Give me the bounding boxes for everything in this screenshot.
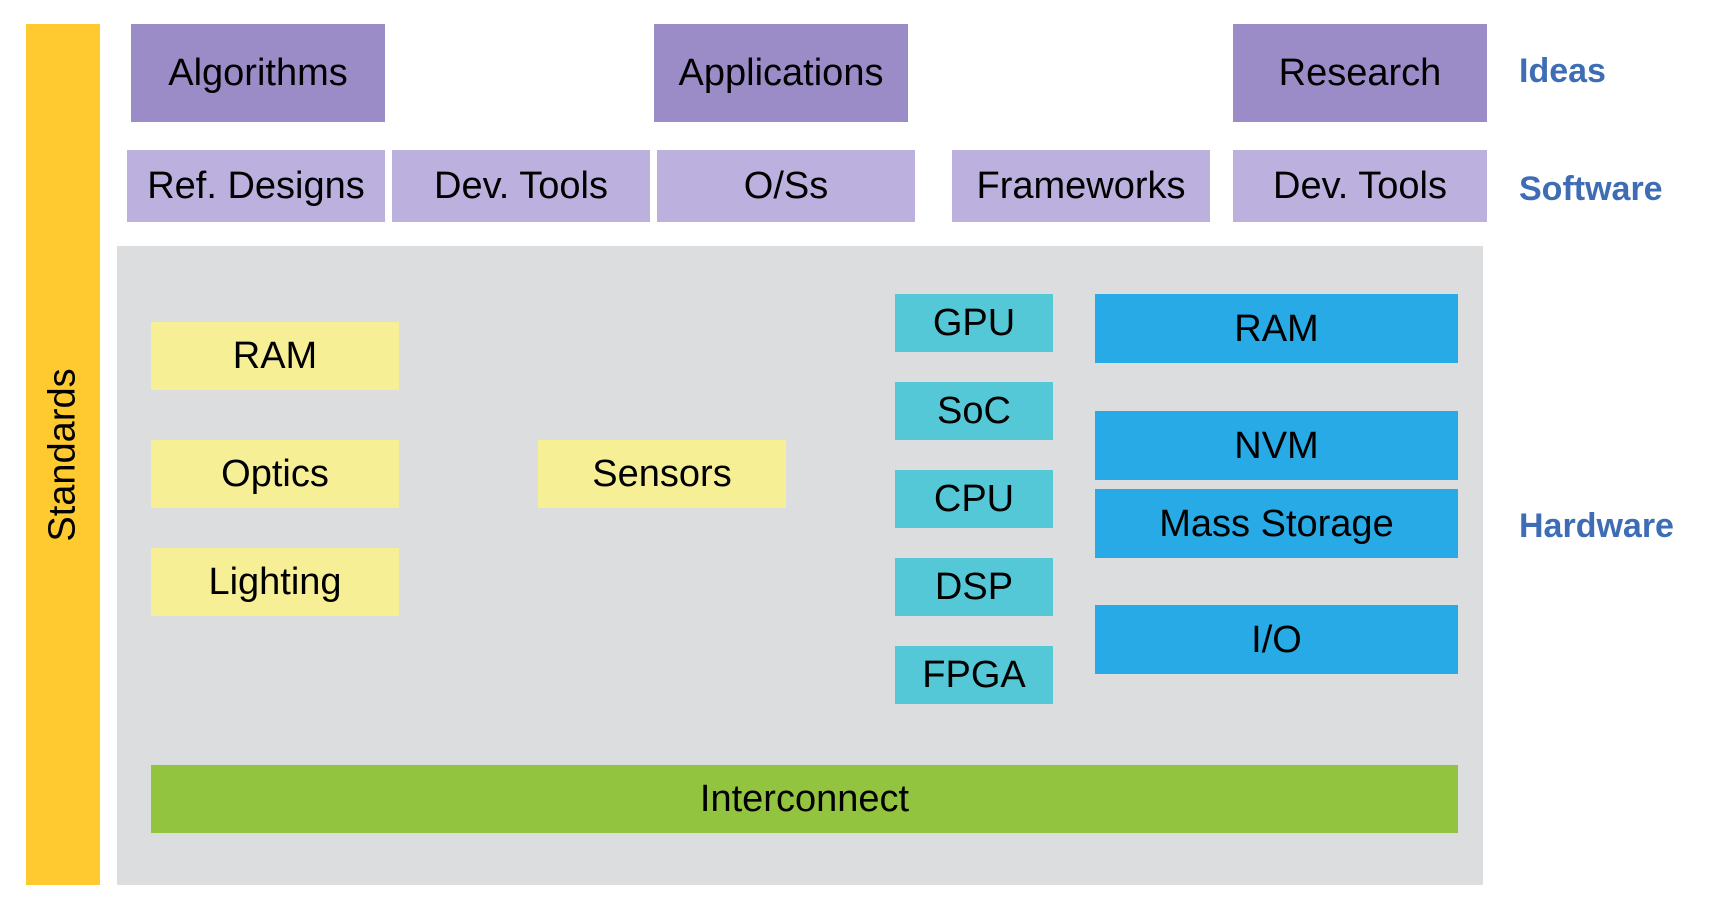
hardware-box-gpu: GPU	[895, 294, 1053, 352]
hardware-label-soc: SoC	[937, 390, 1011, 432]
hardware-label-dsp: DSP	[934, 566, 1014, 608]
software-label-dev-tools-left: Dev. Tools	[434, 165, 608, 207]
software-box-oss: O/Ss	[657, 150, 915, 222]
technology-stack-diagram: Standards Algorithms Applications Resear…	[0, 0, 1721, 909]
hardware-label-cpu: CPU	[933, 478, 1015, 520]
ideas-label-applications: Applications	[678, 52, 884, 94]
layer-label-hardware: Hardware	[1519, 507, 1674, 545]
hardware-label-gpu: GPU	[932, 302, 1016, 344]
software-label-frameworks: Frameworks	[976, 165, 1186, 207]
hardware-box-mass-storage: Mass Storage	[1095, 489, 1458, 558]
software-box-dev-tools-right: Dev. Tools	[1233, 150, 1487, 222]
standards-label: Standards	[42, 367, 85, 542]
hardware-box-ram-component: RAM	[151, 322, 399, 390]
hardware-label-interconnect: Interconnect	[699, 778, 910, 820]
hardware-box-nvm: NVM	[1095, 411, 1458, 480]
hardware-label-ram-component: RAM	[232, 335, 318, 377]
hardware-box-ram-memory: RAM	[1095, 294, 1458, 363]
hardware-label-optics: Optics	[221, 453, 329, 495]
hardware-box-sensors: Sensors	[538, 440, 786, 508]
hardware-box-io: I/O	[1095, 605, 1458, 674]
software-box-dev-tools-left: Dev. Tools	[392, 150, 650, 222]
hardware-label-sensors: Sensors	[592, 453, 732, 495]
software-label-oss: O/Ss	[743, 165, 829, 207]
software-label-dev-tools-right: Dev. Tools	[1273, 165, 1447, 207]
hardware-box-lighting: Lighting	[151, 548, 399, 616]
hardware-label-ram-memory: RAM	[1234, 307, 1319, 350]
hardware-label-nvm: NVM	[1234, 424, 1319, 467]
hardware-box-interconnect: Interconnect	[151, 765, 1458, 833]
software-box-ref-designs: Ref. Designs	[127, 150, 385, 222]
hardware-label-io: I/O	[1251, 618, 1302, 661]
ideas-label-algorithms: Algorithms	[168, 52, 348, 94]
ideas-box-algorithms: Algorithms	[131, 24, 385, 122]
hardware-box-fpga: FPGA	[895, 646, 1053, 704]
ideas-box-research: Research	[1233, 24, 1487, 122]
hardware-label-fpga: FPGA	[922, 654, 1026, 696]
standards-bar: Standards	[26, 24, 100, 885]
hardware-box-dsp: DSP	[895, 558, 1053, 616]
layer-label-ideas: Ideas	[1519, 52, 1606, 90]
ideas-box-applications: Applications	[654, 24, 908, 122]
hardware-label-mass-storage: Mass Storage	[1159, 502, 1394, 545]
software-box-frameworks: Frameworks	[952, 150, 1210, 222]
hardware-box-soc: SoC	[895, 382, 1053, 440]
hardware-label-lighting: Lighting	[208, 561, 342, 603]
ideas-label-research: Research	[1278, 52, 1442, 94]
layer-label-software: Software	[1519, 170, 1663, 208]
hardware-box-cpu: CPU	[895, 470, 1053, 528]
software-label-ref-designs: Ref. Designs	[147, 165, 365, 207]
hardware-box-optics: Optics	[151, 440, 399, 508]
